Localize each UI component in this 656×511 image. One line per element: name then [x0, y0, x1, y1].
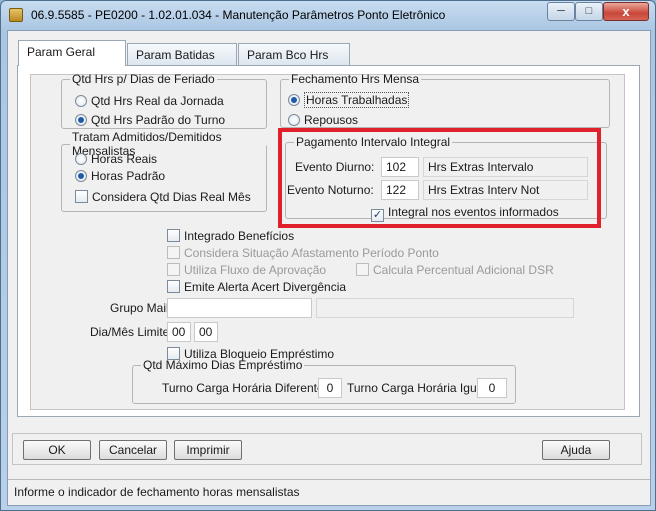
button-label: Imprimir	[186, 443, 230, 457]
tab-param-geral[interactable]: Param Geral	[18, 40, 126, 66]
checkbox-integral-eventos[interactable]: ✓ Integral nos eventos informados	[371, 205, 559, 222]
minimize-icon: ─	[557, 5, 565, 17]
radio-label: Qtd Hrs Real da Jornada	[91, 94, 224, 108]
group-fechamento-legend: Fechamento Hrs Mensa	[291, 72, 420, 86]
radio-label: Horas Trabalhadas	[304, 92, 410, 108]
button-bar: OK Cancelar Imprimir Ajuda	[12, 433, 642, 465]
label-evento-diurno: Evento Diurno:	[295, 160, 375, 174]
checkbox-label: Calcula Percentual Adicional DSR	[373, 263, 554, 277]
grupo-mail-input[interactable]	[167, 298, 312, 318]
checkbox-checked-icon: ✓	[371, 209, 384, 222]
evento-diurno-description: Hrs Extras Intervalo	[423, 157, 588, 177]
ajuda-button[interactable]: Ajuda	[542, 440, 610, 460]
group-emprestimo-legend: Qtd Máximo Dias Empréstimo	[143, 358, 303, 372]
checkbox-icon	[356, 263, 369, 276]
status-bar: Informe o indicador de fechamento horas …	[8, 479, 650, 505]
close-icon: x	[622, 4, 630, 19]
imprimir-button[interactable]: Imprimir	[174, 440, 242, 460]
dia-limite-input[interactable]: 00	[167, 322, 191, 342]
tab-label: Param Geral	[27, 45, 96, 59]
close-button[interactable]: x	[603, 2, 649, 21]
parameters-panel: Qtd Hrs p/ Dias de Feriado Qtd Hrs Real …	[30, 72, 625, 410]
radio-hrs-padrao-turno[interactable]: Qtd Hrs Padrão do Turno	[75, 113, 225, 127]
radio-icon-selected	[75, 170, 87, 182]
label-turno-diferente: Turno Carga Horária Diferente:	[162, 381, 327, 395]
checkbox-considera-qtd-dias[interactable]: Considera Qtd Dias Real Mês	[75, 190, 251, 204]
radio-icon-selected	[288, 94, 300, 106]
button-label: Ajuda	[560, 443, 592, 457]
label-evento-noturno: Evento Noturno:	[287, 183, 374, 197]
status-text: Informe o indicador de fechamento horas …	[14, 485, 300, 499]
evento-diurno-input[interactable]: 102	[381, 157, 419, 177]
checkbox-icon	[167, 280, 180, 293]
maximize-icon: □	[585, 5, 593, 17]
turno-igual-input[interactable]: 0	[477, 378, 507, 398]
checkbox-label: Integrado Benefícios	[184, 229, 295, 243]
radio-horas-trabalhadas[interactable]: Horas Trabalhadas	[288, 92, 410, 108]
checkbox-calcula-percentual[interactable]: Calcula Percentual Adicional DSR	[356, 263, 554, 277]
main-window: 06.9.5585 - PE0200 - 1.02.01.034 - Manut…	[0, 0, 656, 511]
evento-noturno-description: Hrs Extras Interv Not	[423, 180, 588, 200]
radio-icon	[75, 153, 87, 165]
radio-hrs-real-jornada[interactable]: Qtd Hrs Real da Jornada	[75, 94, 224, 108]
window-title: 06.9.5585 - PE0200 - 1.02.01.034 - Manut…	[31, 8, 446, 22]
tab-label: Param Batidas	[136, 48, 215, 62]
group-feriado-legend: Qtd Hrs p/ Dias de Feriado	[72, 72, 215, 86]
label-grupo-mail: Grupo Mail:	[110, 301, 173, 315]
checkbox-considera-situacao[interactable]: Considera Situação Afastamento Período P…	[167, 246, 439, 260]
checkbox-label: Integral nos eventos informados	[388, 205, 559, 219]
app-icon	[9, 8, 23, 22]
title-bar[interactable]: 06.9.5585 - PE0200 - 1.02.01.034 - Manut…	[1, 1, 655, 29]
checkbox-label: Utiliza Fluxo de Aprovação	[184, 263, 327, 277]
checkbox-icon	[167, 263, 180, 276]
radio-horas-padrao[interactable]: Horas Padrão	[75, 169, 165, 183]
client-area: Param Geral Param Batidas Param Bco Hrs …	[7, 30, 651, 506]
checkbox-emite-alerta[interactable]: Emite Alerta Acert Divergência	[167, 280, 346, 294]
label-dia-mes-limite: Dia/Mês Limite:	[90, 325, 173, 339]
tab-param-bco-hrs[interactable]: Param Bco Hrs	[238, 43, 350, 65]
ok-button[interactable]: OK	[23, 440, 91, 460]
checkbox-label: Considera Situação Afastamento Período P…	[184, 246, 439, 260]
mes-limite-input[interactable]: 00	[194, 322, 218, 342]
label-turno-igual: Turno Carga Horária Igual:	[347, 381, 490, 395]
tab-panel-param-geral: Qtd Hrs p/ Dias de Feriado Qtd Hrs Real …	[17, 65, 640, 417]
cancelar-button[interactable]: Cancelar	[99, 440, 167, 460]
checkbox-icon	[75, 190, 88, 203]
tab-label: Param Bco Hrs	[247, 48, 329, 62]
evento-noturno-input[interactable]: 122	[381, 180, 419, 200]
minimize-button[interactable]: ─	[547, 2, 575, 21]
checkbox-label: Emite Alerta Acert Divergência	[184, 280, 347, 294]
radio-repousos[interactable]: Repousos	[288, 113, 358, 127]
button-label: Cancelar	[108, 443, 158, 457]
tab-param-batidas[interactable]: Param Batidas	[127, 43, 237, 65]
radio-horas-reais[interactable]: Horas Reais	[75, 152, 157, 166]
radio-label: Qtd Hrs Padrão do Turno	[91, 113, 226, 127]
radio-label: Repousos	[304, 113, 359, 127]
checkbox-integrado-beneficios[interactable]: Integrado Benefícios	[167, 229, 294, 243]
radio-icon	[75, 95, 87, 107]
checkbox-label: Considera Qtd Dias Real Mês	[92, 190, 251, 204]
radio-icon-selected	[75, 114, 87, 126]
grupo-mail-description	[316, 298, 574, 318]
turno-diferente-input[interactable]: 0	[318, 378, 342, 398]
maximize-button[interactable]: □	[575, 2, 603, 21]
group-intervalo-legend: Pagamento Intervalo Integral	[296, 135, 451, 149]
radio-icon	[288, 114, 300, 126]
checkbox-utiliza-fluxo[interactable]: Utiliza Fluxo de Aprovação	[167, 263, 326, 277]
checkbox-icon	[167, 246, 180, 259]
button-label: OK	[48, 443, 66, 457]
checkbox-icon	[167, 229, 180, 242]
radio-label: Horas Padrão	[91, 169, 166, 183]
radio-label: Horas Reais	[91, 152, 158, 166]
